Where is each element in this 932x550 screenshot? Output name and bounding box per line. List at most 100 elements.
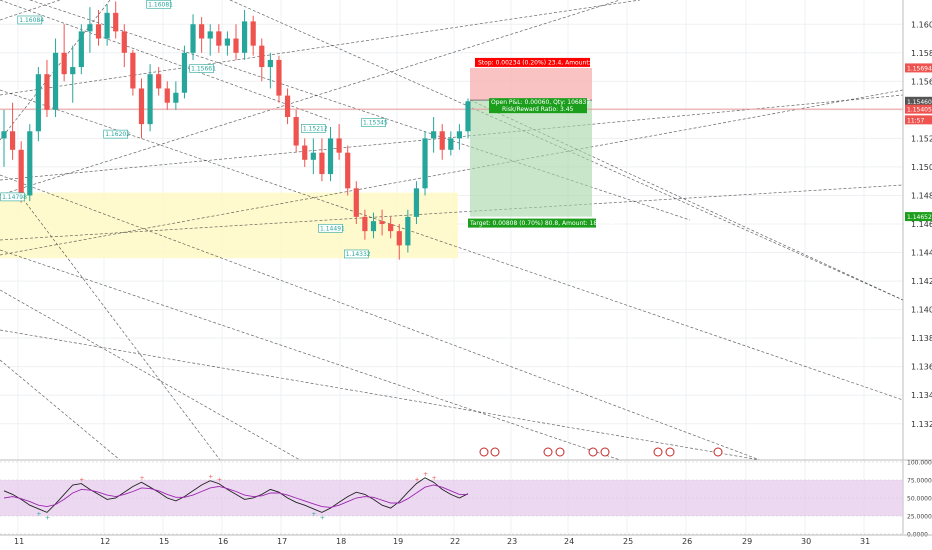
candle-body bbox=[1, 131, 7, 139]
candle-body bbox=[52, 52, 59, 110]
stop-label: Stop: 0.00234 (0.20%) 23.4, Amount: 750 bbox=[478, 59, 604, 66]
y-tick-label: 1.13600 bbox=[911, 363, 932, 372]
oscillator-sell-marker: + bbox=[139, 475, 144, 482]
x-tick-label: 19 bbox=[393, 537, 403, 546]
y-tick-label: 1.13800 bbox=[911, 334, 932, 343]
pnl-label: Open P&L: 0.00060, Qty: 106837 bbox=[491, 99, 590, 106]
economic-event-icon[interactable] bbox=[479, 447, 489, 457]
candle-body bbox=[156, 74, 162, 89]
x-tick-label: 23 bbox=[507, 537, 517, 546]
candle-body bbox=[18, 149, 24, 196]
y-tick-label: 1.14400 bbox=[911, 249, 932, 258]
x-tick-label: 25 bbox=[623, 537, 633, 546]
candle-body bbox=[353, 188, 359, 217]
y-tick-label: 1.16000 bbox=[911, 20, 932, 29]
x-tick-label: 29 bbox=[742, 537, 752, 546]
candle-body bbox=[439, 131, 445, 150]
economic-event-icon[interactable] bbox=[713, 447, 723, 457]
chart-root: 1.160001.158001.156001.154001.152001.150… bbox=[0, 0, 932, 550]
economic-event-icon[interactable] bbox=[600, 447, 610, 457]
oscillator-buy-marker: + bbox=[311, 511, 316, 518]
candle-body bbox=[207, 31, 213, 39]
background bbox=[0, 0, 932, 550]
y-tick-label: 1.14800 bbox=[911, 191, 932, 200]
candle-body bbox=[70, 67, 76, 75]
price-axis-tag-text: 1.14652 bbox=[907, 214, 932, 221]
swing-price-label: 1.16084 bbox=[19, 17, 44, 24]
economic-event-icon[interactable] bbox=[543, 447, 553, 457]
y-tick-label: 1.15000 bbox=[911, 163, 932, 172]
price-axis-tag-text: 1.15405 bbox=[907, 107, 932, 114]
oscillator-sell-marker: + bbox=[217, 477, 222, 484]
y-tick-label: 1.15600 bbox=[911, 77, 932, 86]
candle-body bbox=[78, 31, 84, 68]
candle-body bbox=[44, 74, 50, 110]
swing-price-label: 1.14332 bbox=[346, 251, 371, 258]
candle-body bbox=[448, 138, 454, 150]
candle-body bbox=[259, 45, 265, 68]
candle-body bbox=[130, 52, 136, 89]
price-axis-tag-text: 1.15694 bbox=[907, 65, 932, 72]
economic-event-icon[interactable] bbox=[588, 447, 598, 457]
candle-body bbox=[267, 59, 273, 68]
candle-body bbox=[362, 216, 368, 232]
candle-body bbox=[233, 38, 239, 53]
price-axis-tag-text: 11:57 bbox=[907, 117, 924, 124]
candle-body bbox=[61, 52, 67, 75]
economic-event-icon[interactable] bbox=[555, 447, 565, 457]
candle-body bbox=[9, 131, 16, 150]
economic-event-icon[interactable] bbox=[490, 447, 500, 457]
risk-reward-label: Risk/Reward Ratio: 3.45 bbox=[502, 106, 574, 113]
candle-body bbox=[138, 88, 145, 125]
x-tick-label: 30 bbox=[801, 537, 811, 546]
candle-body bbox=[345, 152, 351, 189]
candle-body bbox=[284, 95, 291, 117]
swing-price-label: 1.14798 bbox=[2, 194, 27, 201]
oscillator-buy-marker: + bbox=[36, 511, 41, 518]
swing-price-label: 1.14491 bbox=[320, 225, 345, 232]
candle-body bbox=[104, 12, 110, 39]
oscillator-tick-label: 75.0000 bbox=[907, 478, 932, 485]
candle-body bbox=[370, 221, 377, 232]
oscillator-tick-label: 50.0000 bbox=[907, 496, 932, 503]
oscillator-sell-marker: + bbox=[79, 477, 84, 484]
candle-body bbox=[164, 88, 170, 103]
candle-body bbox=[327, 138, 334, 175]
take-profit-zone bbox=[470, 100, 592, 217]
candle-body bbox=[199, 24, 205, 39]
candle-body bbox=[310, 152, 316, 160]
y-tick-label: 1.14000 bbox=[911, 306, 932, 315]
candle-body bbox=[413, 188, 420, 217]
candle-body bbox=[456, 131, 463, 139]
economic-event-icon[interactable] bbox=[653, 447, 663, 457]
economic-event-icon[interactable] bbox=[665, 447, 675, 457]
oscillator-sell-marker: + bbox=[208, 474, 213, 481]
oscillator-sell-marker: + bbox=[432, 475, 437, 482]
candle-body bbox=[293, 116, 299, 146]
candle-body bbox=[181, 52, 188, 93]
candle-body bbox=[87, 24, 93, 32]
x-tick-label: 24 bbox=[564, 537, 574, 546]
y-tick-label: 1.14200 bbox=[911, 277, 932, 286]
swing-price-label: 1.15661 bbox=[191, 65, 216, 72]
candle-body bbox=[95, 24, 102, 39]
y-tick-label: 1.13200 bbox=[911, 420, 932, 429]
oscillator-sell-marker: + bbox=[423, 471, 428, 478]
oscillator-sell-marker: + bbox=[414, 477, 419, 484]
x-tick-label: 12 bbox=[100, 537, 110, 546]
candle-body bbox=[27, 131, 33, 196]
candle-body bbox=[319, 152, 325, 175]
x-tick-label: 16 bbox=[218, 537, 228, 546]
candle-body bbox=[216, 31, 222, 46]
swing-price-label: 1.15212 bbox=[303, 125, 328, 132]
oscillator-buy-marker: + bbox=[45, 514, 50, 521]
candle-body bbox=[379, 221, 385, 225]
candle-body bbox=[113, 12, 119, 32]
oscillator-tick-label: 100.0000 bbox=[907, 460, 932, 467]
stop-loss-zone bbox=[470, 67, 592, 101]
chart-canvas[interactable]: 1.160001.158001.156001.154001.152001.150… bbox=[0, 0, 932, 550]
candle-body bbox=[35, 74, 41, 132]
target-label: Target: 0.00808 (0.70%) 80.8, Amount: 18… bbox=[469, 220, 615, 227]
candle-body bbox=[431, 131, 437, 139]
x-tick-label: 22 bbox=[450, 537, 460, 546]
